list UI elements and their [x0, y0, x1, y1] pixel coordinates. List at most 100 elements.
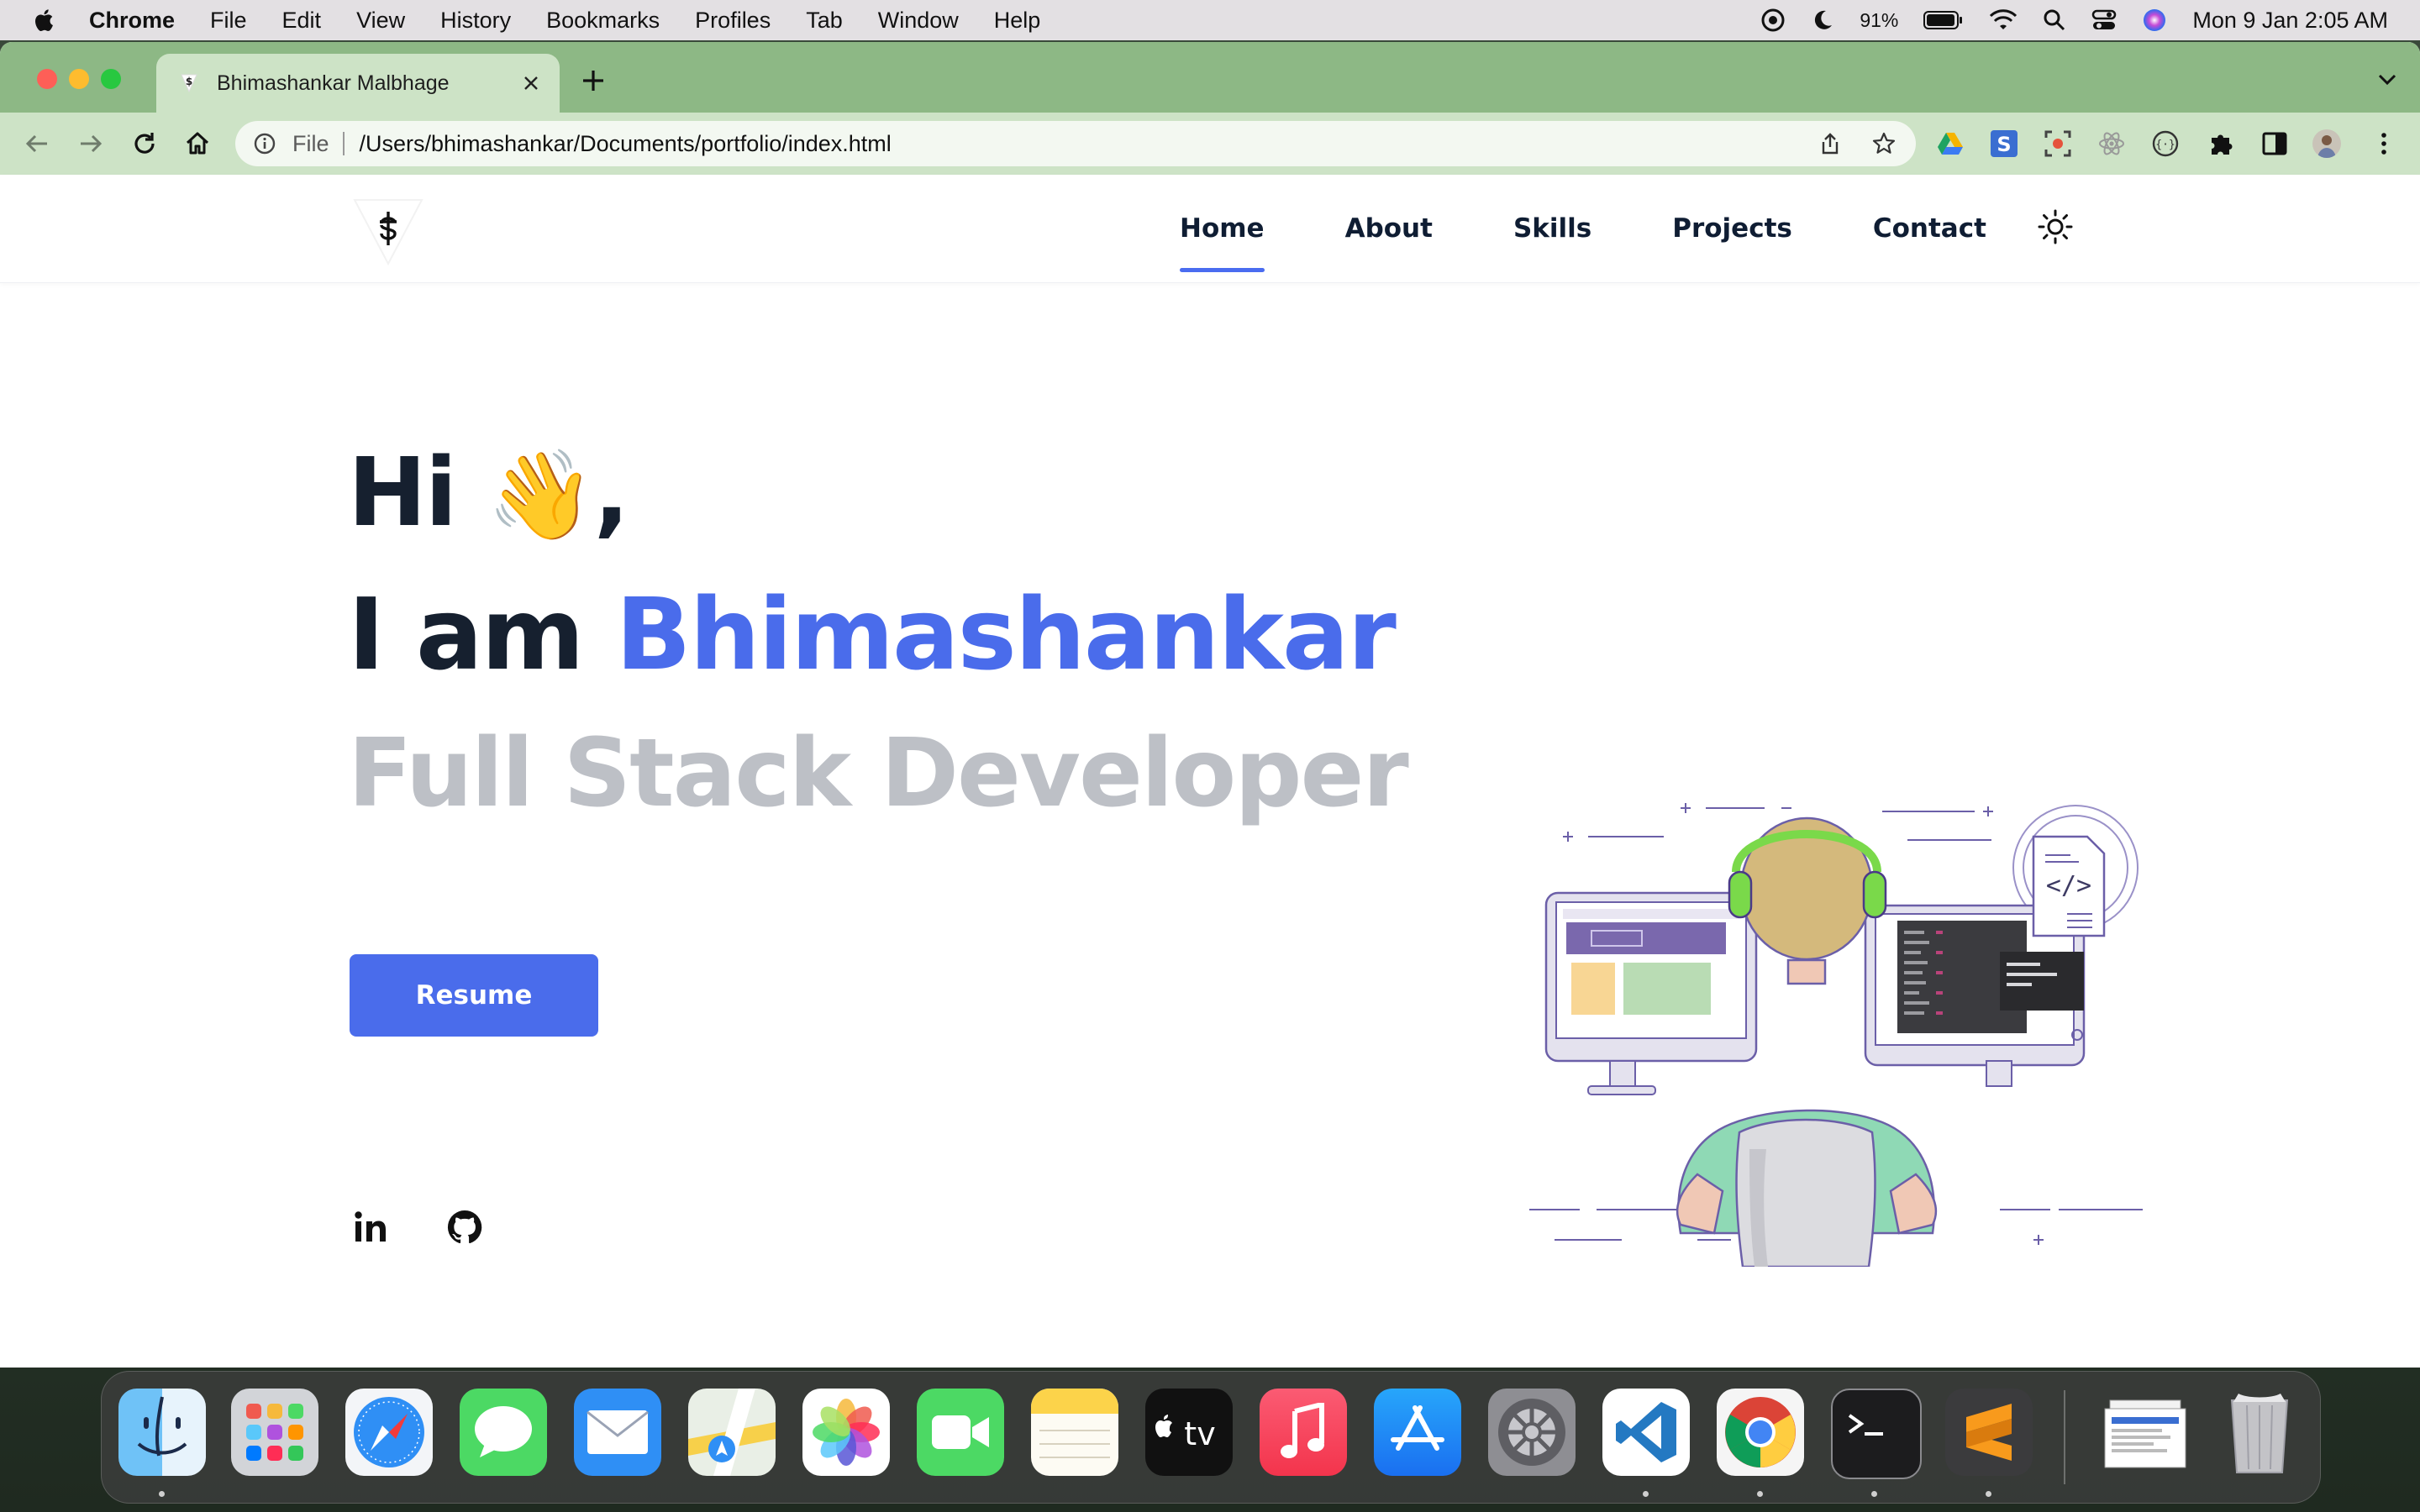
battery-icon[interactable] [1923, 10, 1964, 30]
tab-search-chevron-icon[interactable] [2378, 74, 2396, 86]
forward-icon[interactable] [77, 130, 104, 157]
menu-help[interactable]: Help [994, 8, 1041, 34]
terminal-running-indicator [1871, 1491, 1877, 1497]
launchpad-dock-icon[interactable] [231, 1389, 318, 1476]
theme-toggle-sun-icon[interactable] [2037, 208, 2074, 245]
menu-profiles[interactable]: Profiles [695, 8, 771, 34]
svg-text:{·}: {·} [2155, 139, 2175, 151]
terminal-dock-icon[interactable] [1831, 1389, 1922, 1479]
resume-button[interactable]: Resume [350, 954, 598, 1037]
facetime-dock-icon[interactable] [917, 1389, 1004, 1476]
menu-window[interactable]: Window [878, 8, 959, 34]
messages-dock-icon[interactable] [460, 1389, 547, 1476]
menu-tab[interactable]: Tab [806, 8, 843, 34]
vscode-dock-icon[interactable] [1602, 1389, 1690, 1476]
wave-emoji: 👋 [487, 444, 595, 546]
menu-clock[interactable]: Mon 9 Jan 2:05 AM [2192, 8, 2388, 34]
json-viewer-extension-icon[interactable]: {·} [2151, 129, 2180, 158]
video-camera-icon [932, 1415, 989, 1449]
menu-view[interactable]: View [356, 8, 405, 34]
nav-about[interactable]: About [1345, 213, 1433, 244]
music-dock-icon[interactable] [1260, 1389, 1347, 1476]
menu-bookmarks[interactable]: Bookmarks [546, 8, 660, 34]
menu-history[interactable]: History [440, 8, 511, 34]
sublime-dock-icon[interactable] [1945, 1389, 2033, 1476]
linkedin-icon[interactable] [351, 1208, 390, 1247]
url-scheme: File [292, 130, 329, 156]
chrome-dock-icon[interactable] [1717, 1389, 1804, 1476]
maps-dock-icon[interactable] [688, 1389, 776, 1476]
message-bubble-icon [475, 1406, 532, 1457]
hero-intro: I am Bhimashankar [348, 576, 1397, 692]
finder-running-indicator [159, 1491, 165, 1497]
home-icon[interactable] [184, 130, 211, 157]
photos-flower-icon [813, 1399, 880, 1466]
share-icon[interactable] [1818, 132, 1842, 155]
github-icon[interactable] [445, 1208, 484, 1247]
extensions-puzzle-icon[interactable] [2207, 129, 2235, 158]
react-devtools-extension-icon[interactable] [2097, 129, 2126, 158]
terminal-prompt-icon [1848, 1414, 1883, 1436]
minimize-window-button[interactable] [69, 69, 89, 89]
screenshot-extension-icon[interactable] [2044, 129, 2072, 158]
developer-illustration: </> [1529, 803, 2143, 1267]
battery-percent: 91% [1860, 8, 1899, 31]
envelope-icon [587, 1410, 649, 1454]
menu-file[interactable]: File [210, 8, 247, 34]
site-info-icon[interactable] [254, 133, 276, 155]
google-drive-extension-icon[interactable] [1936, 129, 1965, 158]
mail-dock-icon[interactable] [574, 1389, 661, 1476]
document-stack-icon [2104, 1399, 2186, 1468]
finder-face-icon [137, 1396, 187, 1457]
nav-skills[interactable]: Skills [1513, 213, 1591, 244]
nav-home[interactable]: Home [1180, 213, 1265, 272]
address-bar[interactable]: File /Users/bhimashankar/Documents/portf… [235, 121, 1916, 166]
tv-dock-icon[interactable]: tv [1145, 1389, 1233, 1476]
nav-contact[interactable]: Contact [1873, 213, 1986, 244]
s-extension-icon[interactable]: S [1990, 129, 2018, 158]
app-store-a-icon [1391, 1405, 1444, 1451]
downloads-stack-dock-icon[interactable] [2102, 1389, 2189, 1476]
back-icon[interactable] [24, 130, 50, 157]
reload-icon[interactable] [131, 130, 158, 157]
sublime-s-icon [1966, 1404, 2012, 1461]
trash-can-icon [2230, 1394, 2289, 1473]
system-preferences-dock-icon[interactable] [1488, 1389, 1576, 1476]
app-store-dock-icon[interactable] [1374, 1389, 1461, 1476]
site-logo[interactable] [351, 197, 425, 267]
profile-avatar[interactable] [2312, 129, 2341, 158]
siri-icon[interactable] [2142, 8, 2167, 33]
safari-dock-icon[interactable] [345, 1389, 433, 1476]
spotlight-search-icon[interactable] [2043, 8, 2066, 32]
side-panel-icon[interactable] [2260, 129, 2289, 158]
apple-icon[interactable] [32, 8, 54, 33]
url-text[interactable]: /Users/bhimashankar/Documents/portfolio/… [360, 131, 1818, 157]
avatar-icon [2317, 135, 2336, 158]
new-tab-icon[interactable] [581, 69, 605, 92]
menu-app-name[interactable]: Chrome [89, 8, 175, 34]
menu-edit[interactable]: Edit [282, 8, 322, 34]
zoom-window-button[interactable] [101, 69, 121, 89]
url-divider [342, 132, 345, 155]
nav-projects[interactable]: Projects [1672, 213, 1792, 244]
browser-tab[interactable]: $ Bhimashankar Malbhage [156, 54, 560, 113]
hero-greeting: Hi 👋, [348, 438, 629, 548]
control-center-icon[interactable] [2091, 8, 2117, 32]
photos-dock-icon[interactable] [802, 1389, 890, 1476]
apple-tv-icon: tv [1155, 1415, 1216, 1452]
notes-dock-icon[interactable] [1031, 1389, 1118, 1476]
bookmark-star-icon[interactable] [1872, 132, 1896, 155]
close-window-button[interactable] [37, 69, 57, 89]
hero-name: Bhimashankar [615, 576, 1397, 692]
chrome-running-indicator [1757, 1491, 1763, 1497]
focus-moon-icon[interactable] [1811, 8, 1834, 32]
dock: tv [101, 1371, 2321, 1504]
vscode-logo-icon [1616, 1402, 1676, 1462]
finder-dock-icon[interactable] [118, 1389, 206, 1476]
screen-record-icon[interactable] [1760, 8, 1786, 33]
close-tab-icon[interactable] [523, 75, 539, 92]
trash-dock-icon[interactable] [2216, 1389, 2303, 1476]
chrome-menu-icon[interactable] [2370, 129, 2398, 158]
intro-text: I am [348, 576, 585, 692]
wifi-icon[interactable] [1989, 9, 2018, 31]
